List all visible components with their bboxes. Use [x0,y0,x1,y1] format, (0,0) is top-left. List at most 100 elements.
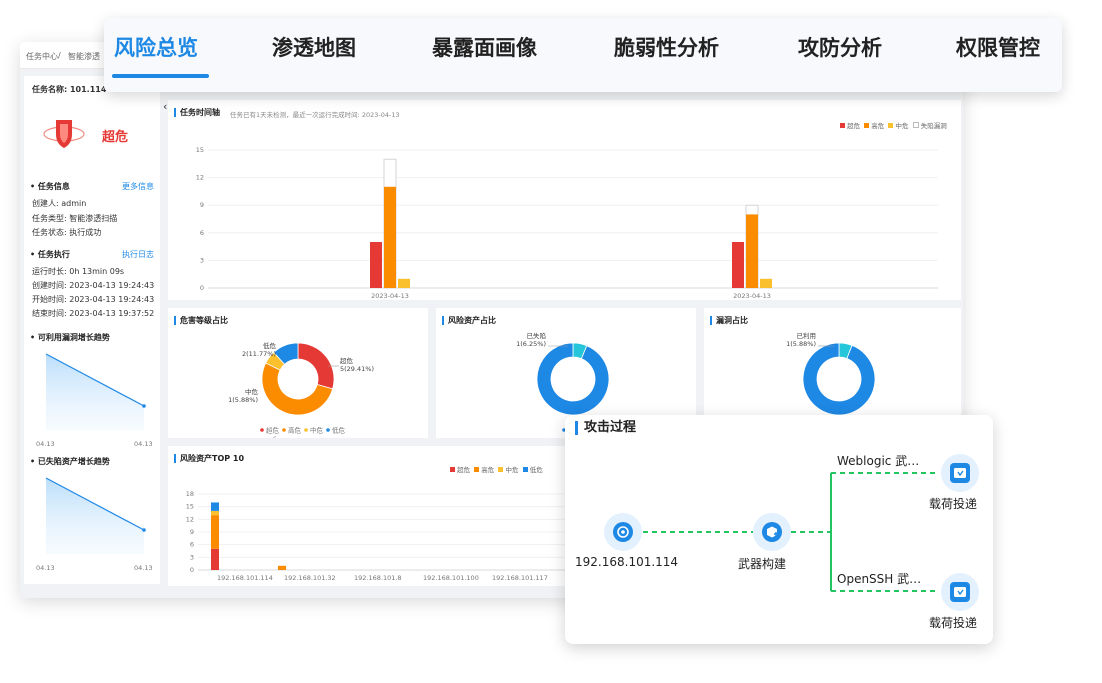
bar-segment [211,510,219,516]
trend-x-label: 04.13 [36,564,55,572]
slice-label: 2(11.77%) [242,350,276,358]
breadcrumb-item[interactable]: 任务中心 [26,51,58,62]
slice-label: 低危 [263,341,277,350]
bar-segment [211,548,219,570]
branch-weblogic-label: Weblogic 武… [837,454,920,468]
y-tick-label: 18 [186,490,194,498]
slice-label: 已失陷 [527,331,547,340]
top-nav-bar: 风险总览 渗透地图 暴露面画像 脆弱性分析 攻防分析 权限管控 [104,18,1062,92]
donut-slice [802,342,876,416]
exec-row: 结束时间: 2023-04-13 19:37:52 [32,309,155,318]
trend-point [142,528,146,532]
breadcrumb-item[interactable]: 智能渗透 [68,51,100,62]
trend-area [46,354,144,430]
legend-label: 低危 [332,426,346,435]
slice-label: 1(6.25%) [516,340,546,348]
legend-label: 高危 [288,426,302,435]
x-tick-label: 2023-04-13 [733,292,771,300]
y-tick-label: 3 [200,256,204,264]
bar-high [746,214,758,288]
bar-medium [398,278,410,288]
exploitable-trend-title: • 可利用漏洞增长趋势 [30,333,110,342]
nav-tab-exposure-profile[interactable]: 暴露面画像 [432,32,537,62]
risk-level-label: 超危 [102,130,129,145]
slice-label: 中危 [245,387,259,396]
slice-label: 已利用 [797,331,817,340]
trend-x-label: 04.13 [134,564,153,572]
y-tick-label: 0 [190,566,194,574]
y-tick-label: 9 [200,201,204,209]
nav-tab-permission-control[interactable]: 权限管控 [956,32,1040,62]
severity-card: 危害等级占比 超危5(29.41%)高危9(52.94%)中危1(5.88%)低… [168,308,428,438]
payload-delivery-icon [950,582,970,602]
compromised-trend-title: • 已失陷资产增长趋势 [30,457,110,466]
nav-tab-risk-overview[interactable]: 风险总览 [114,32,198,62]
info-row: 任务状态: 执行成功 [32,228,102,237]
bar-segment [211,502,219,511]
x-tick-label: 2023-04-13 [371,292,409,300]
source-node-label: 192.168.101.114 [575,555,679,569]
payload-delivery-icon [950,463,970,483]
bar-segment [278,565,286,570]
trend-x-label: 04.13 [36,440,55,448]
slice-label: 5(29.41%) [340,365,374,373]
exploitable-trend-chart [45,353,146,430]
breadcrumb-separator: / [58,51,61,60]
y-tick-label: 0 [200,284,204,292]
target-icon [613,522,633,542]
legend-dot [304,428,308,432]
severity-donut-chart: 超危5(29.41%)高危9(52.94%)中危1(5.88%)低危2(11.7… [228,341,374,438]
payload-node-label: 载荷投递 [929,497,978,511]
payload-node[interactable] [941,573,979,611]
package-icon [762,522,782,542]
bar-critical [370,242,382,288]
y-tick-label: 9 [190,528,194,536]
x-tick-label: 192.168.101.32 [284,574,336,582]
x-tick-label: 192.168.101.117 [492,574,548,582]
source-node[interactable] [604,513,642,551]
y-tick-label: 12 [196,174,204,182]
active-tab-indicator [112,74,209,78]
weapon-node-label: 武器构建 [738,557,787,571]
info-row: 创建人: admin [32,199,87,208]
task-exec-title: • 任务执行 [30,250,70,259]
attack-process-card: 攻击过程 192.168.101.114 武器构建 Weblogic 武… Op… [565,415,993,644]
nav-tab-attack-defense[interactable]: 攻防分析 [798,32,882,62]
y-tick-label: 6 [200,229,204,237]
timeline-card: 任务时间轴 任务已有1天未检测，最近一次运行完成时间: 2023-04-13 超… [168,100,961,300]
more-info-link[interactable]: 更多信息 [122,181,154,192]
payload-node[interactable] [941,454,979,492]
branch-openssh-label: OpenSSH 武… [837,572,922,586]
trend-point [142,404,146,408]
task-summary-panel: 任务名称: 101.114 超危 • 任务信息 更多信息 创建人: admin … [24,76,160,584]
task-name: 任务名称: 101.114 [32,85,107,94]
nav-tab-penetration-map[interactable]: 渗透地图 [272,32,356,62]
legend-dot [326,428,330,432]
slice-label: 1(5.88%) [786,340,816,348]
exec-row: 运行时长: 0h 13min 09s [32,267,125,276]
legend-label: 中危 [310,426,324,435]
nav-tab-vulnerability-analysis[interactable]: 脆弱性分析 [614,32,719,62]
bar-segment [211,515,219,549]
exec-row: 开始时间: 2023-04-13 19:24:43 [32,295,155,304]
weapon-node[interactable] [753,513,791,551]
collapse-arrow-icon[interactable]: ‹ [163,100,167,113]
bar-critical [732,242,744,288]
y-tick-label: 15 [196,146,204,154]
y-tick-label: 6 [190,541,194,549]
slice-label: 超危 [340,356,354,365]
slice-label: 1(5.88%) [228,396,258,404]
bar-medium [760,278,772,288]
x-tick-label: 192.168.101.114 [217,574,273,582]
trend-x-label: 04.13 [134,440,153,448]
y-tick-label: 15 [186,503,194,511]
timeline-chart: 0 3 6 9 12 15 2023-04-13 2023-04-13 [196,146,938,300]
compromised-trend-chart [45,477,146,554]
exec-row: 创建时间: 2023-04-13 19:24:43 [32,281,155,290]
legend-label: 超危 [266,426,280,435]
legend-dot [260,428,264,432]
trend-area [46,478,144,554]
exec-log-link[interactable]: 执行日志 [122,249,154,260]
y-tick-label: 12 [186,515,194,523]
legend-dot [282,428,286,432]
